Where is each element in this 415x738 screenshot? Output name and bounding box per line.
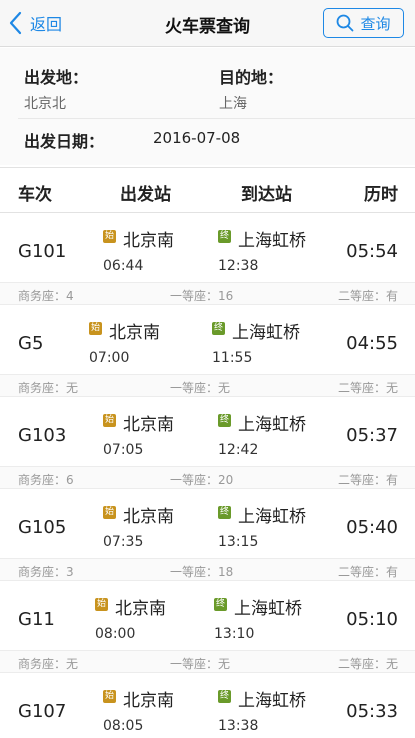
date-label: 出发日期： — [24, 132, 105, 151]
train-code: G11 — [18, 609, 55, 630]
table-row[interactable]: G107 始北京南 08:05 终上海虹桥 13:38 05:33 — [0, 674, 415, 738]
end-station-icon: 终 — [212, 322, 225, 335]
second-class-seat: 二等座：无 — [337, 657, 398, 671]
from-label: 出发地： — [24, 68, 89, 87]
departure-station: 北京南 — [123, 691, 174, 711]
query-label: 查询 — [360, 14, 391, 33]
departure: 始北京南 07:35 — [103, 502, 174, 550]
seat-availability: 商务座：6 一等座：20 二等座：有 — [0, 466, 415, 489]
search-icon — [337, 14, 354, 32]
arrival-station: 上海虹桥 — [232, 323, 300, 343]
departure: 始北京南 07:05 — [103, 410, 174, 458]
departure: 始北京南 06:44 — [103, 226, 174, 274]
arrival-station: 上海虹桥 — [234, 599, 302, 619]
departure-station: 北京南 — [123, 415, 174, 435]
duration: 04:55 — [346, 333, 398, 354]
duration: 05:40 — [346, 517, 398, 538]
start-station-icon: 始 — [103, 414, 116, 427]
date-field[interactable]: 2016-07-08 — [153, 129, 240, 147]
train-code: G5 — [18, 333, 44, 354]
seat-availability: 商务座：无 一等座：无 二等座：无 — [0, 650, 415, 673]
arrival-station: 上海虹桥 — [238, 507, 306, 527]
business-seat: 商务座：无 — [18, 381, 79, 395]
arrival: 终上海虹桥 13:10 — [214, 594, 302, 642]
departure-station: 北京南 — [123, 507, 174, 527]
seat-availability: 商务座：3 一等座：18 二等座：有 — [0, 558, 415, 581]
arrival-time: 11:55 — [212, 350, 253, 366]
departure-station: 北京南 — [123, 231, 174, 251]
business-seat: 商务座：4 — [18, 289, 74, 303]
search-form: 出发地： 北京北 目的地： 上海 出发日期： 2016-07-08 — [0, 48, 415, 165]
departure-station: 北京南 — [109, 323, 160, 343]
seat-availability: 商务座：无 一等座：无 二等座：无 — [0, 374, 415, 397]
start-station-icon: 始 — [95, 598, 108, 611]
query-button[interactable]: 查询 — [323, 8, 404, 38]
second-class-seat: 二等座：有 — [337, 473, 398, 487]
train-code: G107 — [18, 701, 67, 722]
departure-time: 07:35 — [103, 534, 144, 550]
arrival-time: 13:38 — [218, 718, 259, 734]
first-class-seat: 一等座：无 — [170, 657, 231, 671]
arrival: 终上海虹桥 13:38 — [218, 686, 306, 734]
seat-availability: 商务座：4 一等座：16 二等座：有 — [0, 282, 415, 305]
duration: 05:37 — [346, 425, 398, 446]
to-label: 目的地： — [219, 68, 284, 87]
departure-time: 08:00 — [95, 626, 136, 642]
arrival-station: 上海虹桥 — [238, 691, 306, 711]
first-class-seat: 一等座：20 — [170, 473, 234, 487]
departure-time: 07:00 — [89, 350, 130, 366]
to-field[interactable]: 上海 — [219, 93, 247, 113]
departure-time: 07:05 — [103, 442, 144, 458]
train-code: G103 — [18, 425, 67, 446]
first-class-seat: 一等座：无 — [170, 381, 231, 395]
end-station-icon: 终 — [218, 230, 231, 243]
business-seat: 商务座：3 — [18, 565, 74, 579]
arrival-station: 上海虹桥 — [238, 231, 306, 251]
arrival-time: 12:38 — [218, 258, 259, 274]
departure: 始北京南 07:00 — [89, 318, 160, 366]
train-code: G101 — [18, 241, 67, 262]
column-header-duration: 历时 — [364, 185, 398, 205]
start-station-icon: 始 — [89, 322, 102, 335]
business-seat: 商务座：6 — [18, 473, 74, 487]
departure: 始北京南 08:00 — [95, 594, 166, 642]
second-class-seat: 二等座：有 — [337, 289, 398, 303]
from-field[interactable]: 北京北 — [24, 93, 66, 113]
arrival-time: 13:15 — [218, 534, 259, 550]
duration: 05:10 — [346, 609, 398, 630]
column-header-arrival: 到达站 — [241, 185, 292, 205]
second-class-seat: 二等座：无 — [337, 381, 398, 395]
train-code: G105 — [18, 517, 67, 538]
arrival-station: 上海虹桥 — [238, 415, 306, 435]
departure-time: 06:44 — [103, 258, 144, 274]
arrival: 终上海虹桥 11:55 — [212, 318, 300, 366]
end-station-icon: 终 — [218, 690, 231, 703]
arrival: 终上海虹桥 12:42 — [218, 410, 306, 458]
first-class-seat: 一等座：18 — [170, 565, 234, 579]
arrival-time: 12:42 — [218, 442, 259, 458]
second-class-seat: 二等座：有 — [337, 565, 398, 579]
duration: 05:54 — [346, 241, 398, 262]
departure-station: 北京南 — [115, 599, 166, 619]
duration: 05:33 — [346, 701, 398, 722]
column-header-train: 车次 — [18, 185, 52, 205]
form-divider — [18, 118, 415, 119]
departure: 始北京南 08:05 — [103, 686, 174, 734]
end-station-icon: 终 — [214, 598, 227, 611]
column-header-departure: 出发站 — [120, 185, 171, 205]
start-station-icon: 始 — [103, 230, 116, 243]
arrival: 终上海虹桥 12:38 — [218, 226, 306, 274]
business-seat: 商务座：无 — [18, 657, 79, 671]
table-header: 车次 出发站 到达站 历时 — [0, 167, 415, 213]
start-station-icon: 始 — [103, 690, 116, 703]
end-station-icon: 终 — [218, 414, 231, 427]
arrival-time: 13:10 — [214, 626, 255, 642]
arrival: 终上海虹桥 13:15 — [218, 502, 306, 550]
nav-bar: 返回 火车票查询 查询 — [0, 0, 415, 47]
departure-time: 08:05 — [103, 718, 144, 734]
end-station-icon: 终 — [218, 506, 231, 519]
start-station-icon: 始 — [103, 506, 116, 519]
first-class-seat: 一等座：16 — [170, 289, 234, 303]
